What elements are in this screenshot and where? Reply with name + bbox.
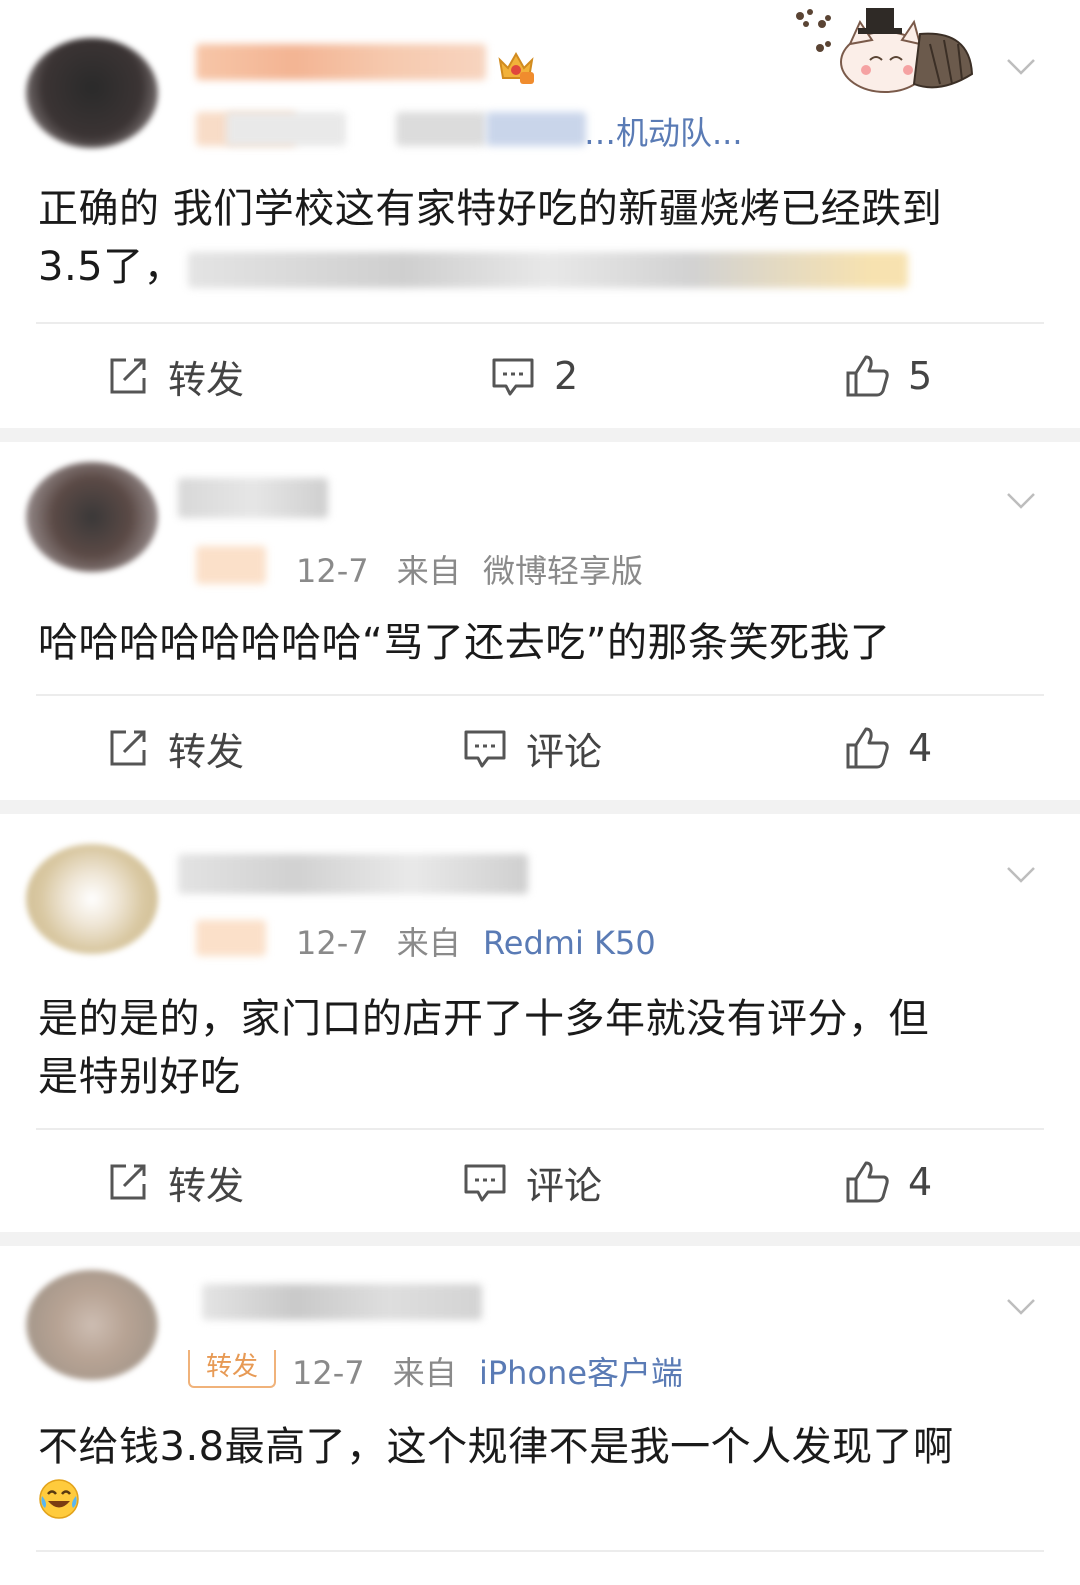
- post-date: 12-7: [296, 552, 369, 590]
- meta-blurred: [226, 112, 346, 146]
- repost-badge: 转发: [188, 1350, 276, 1388]
- section-separator: [0, 428, 1080, 442]
- from-label: 来自: [392, 1354, 457, 1392]
- comment-label: 评论: [526, 729, 603, 774]
- post-date: 12-7: [296, 924, 369, 962]
- comment-button[interactable]: 评论: [462, 718, 602, 778]
- like-count: 5: [908, 354, 933, 398]
- repost-button[interactable]: 转发: [106, 718, 244, 778]
- repost-label: 转发: [168, 357, 245, 402]
- post-source[interactable]: Redmi K50: [483, 924, 656, 962]
- laughing-crying-emoji-icon: [38, 1478, 80, 1536]
- username-blurred[interactable]: [178, 478, 328, 518]
- repost-icon: [106, 726, 150, 770]
- post-meta: 12-7 来自 iPhone客户端: [292, 1348, 683, 1394]
- username-blurred[interactable]: [178, 854, 528, 894]
- thumbs-up-icon: [844, 353, 890, 399]
- like-button[interactable]: 4: [844, 718, 932, 778]
- meta-blurred: [486, 112, 586, 146]
- chevron-down-icon[interactable]: [1006, 866, 1036, 884]
- from-label: 来自: [396, 924, 461, 962]
- cat-sticker-decoration: [790, 4, 980, 96]
- crown-badge-icon: [494, 44, 538, 88]
- avatar[interactable]: [26, 462, 158, 572]
- username-blurred[interactable]: [196, 44, 486, 80]
- section-separator: [0, 1232, 1080, 1246]
- comment-icon: [490, 354, 536, 398]
- like-button[interactable]: 4: [844, 1152, 932, 1212]
- repost-label: 转发: [168, 729, 245, 774]
- comment-card-4: 转发 12-7 来自 iPhone客户端 不给钱3.8最高了，这个规律不是我一个…: [0, 1246, 1080, 1585]
- meta-blurred: [196, 920, 266, 956]
- avatar[interactable]: [26, 844, 158, 954]
- username-blurred[interactable]: [202, 1284, 482, 1320]
- chevron-down-icon[interactable]: [1006, 492, 1036, 510]
- meta-blurred: [396, 112, 486, 146]
- repost-label: 转发: [168, 1163, 245, 1208]
- comment-button[interactable]: 评论: [462, 1152, 602, 1212]
- thumbs-up-icon: [844, 725, 890, 771]
- repost-button[interactable]: 转发: [106, 346, 244, 406]
- like-count: 4: [908, 726, 933, 770]
- chevron-down-icon[interactable]: [1006, 1298, 1036, 1316]
- repost-icon: [106, 354, 150, 398]
- comment-text: 是的是的，家门口的店开了十多年就没有评分，但 是特别好吃: [38, 996, 929, 1100]
- post-meta: 12-7 来自 Redmi K50: [296, 918, 656, 964]
- like-count: 4: [908, 1160, 933, 1204]
- section-separator: [0, 800, 1080, 814]
- like-button[interactable]: 5: [844, 346, 932, 406]
- comment-icon: [462, 726, 508, 770]
- content-blurred: [188, 252, 908, 288]
- comment-text: 不给钱3.8最高了，这个规律不是我一个人发现了啊: [38, 1418, 1040, 1536]
- post-source[interactable]: iPhone客户端: [479, 1354, 683, 1392]
- avatar[interactable]: [26, 38, 158, 148]
- chevron-down-icon[interactable]: [1006, 58, 1036, 76]
- thumbs-up-icon: [844, 1159, 890, 1205]
- comment-text: 哈哈哈哈哈哈哈哈“骂了还去吃”的那条笑死我了: [38, 620, 891, 666]
- avatar[interactable]: [26, 1270, 158, 1380]
- divider: [36, 1550, 1044, 1552]
- repost-icon: [106, 1160, 150, 1204]
- meta-blurred: [196, 546, 266, 584]
- comment-icon: [462, 1160, 508, 1204]
- comment-card-3: 12-7 来自 Redmi K50 是的是的，家门口的店开了十多年就没有评分，但…: [0, 814, 1080, 1232]
- divider: [36, 322, 1044, 324]
- comment-button[interactable]: 2: [490, 346, 578, 406]
- post-date: 12-7: [292, 1354, 365, 1392]
- from-label: 来自: [396, 552, 461, 590]
- post-source[interactable]: 微博轻享版: [483, 552, 643, 590]
- comment-count: 2: [554, 354, 579, 398]
- repost-button[interactable]: 转发: [106, 1152, 244, 1212]
- divider: [36, 1128, 1044, 1130]
- comment-card-1: …机动队... 正确的 我们学校这有家特好吃的新疆烧烤已经跌到 3.5了， 转发…: [0, 0, 1080, 428]
- post-source[interactable]: …机动队...: [584, 108, 743, 154]
- comment-card-2: 12-7 来自 微博轻享版 哈哈哈哈哈哈哈哈“骂了还去吃”的那条笑死我了 转发 …: [0, 442, 1080, 800]
- post-meta: 12-7 来自 微博轻享版: [296, 546, 643, 592]
- comment-label: 评论: [526, 1163, 603, 1208]
- divider: [36, 694, 1044, 696]
